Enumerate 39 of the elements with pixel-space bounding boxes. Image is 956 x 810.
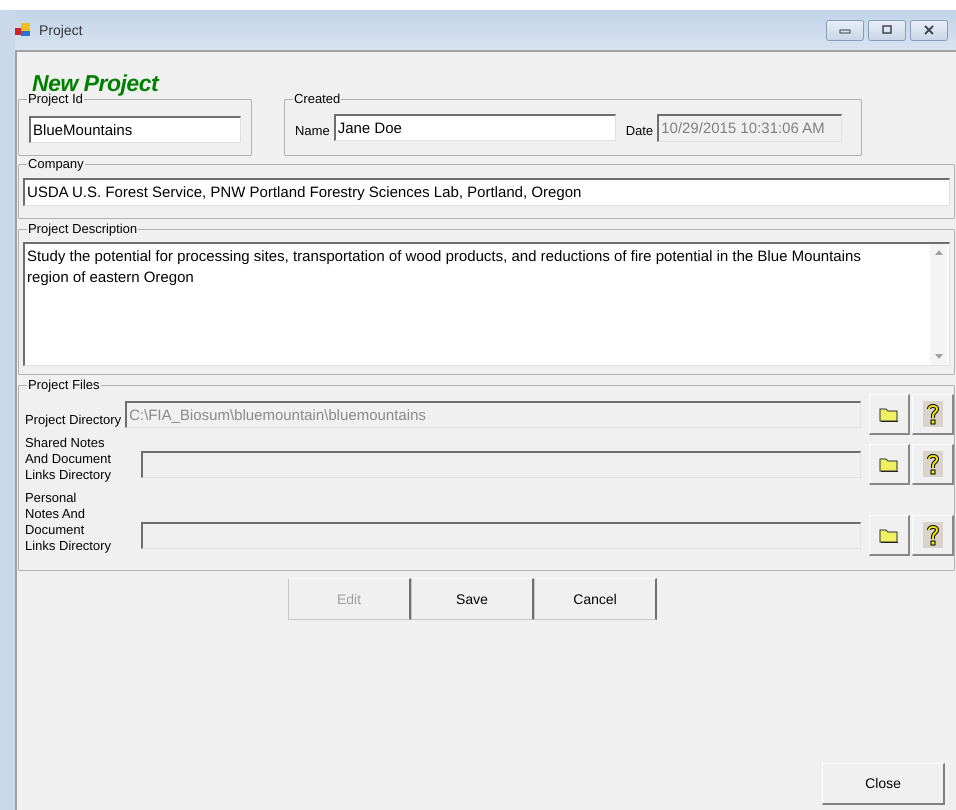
action-button[interactable]: Save [411,578,534,620]
name-label: Name [295,122,330,140]
question-mark-icon [922,401,942,427]
close-form-button[interactable]: Close [822,763,945,805]
browse-folder-button[interactable] [869,515,910,556]
browse-folder-button[interactable] [869,444,910,485]
minimize-button[interactable] [826,20,864,40]
scroll-up-icon [934,250,942,255]
project-id-field[interactable]: BlueMountains [29,116,241,143]
app-icon [15,23,31,37]
window-title: Project [39,20,83,40]
group-label: Project Id [27,91,84,107]
scroll-down-icon [934,354,942,359]
folder-icon [879,527,899,543]
description-text: Study the potential for processing sites, transportation of wood products, and reductions of fire potential in the Blue Mountains region of eastern Oregon [27,247,862,288]
directory-label: Shared Notes And Document Links Directory [25,435,112,483]
directory-label: Project Directory [25,412,122,428]
action-button[interactable]: Cancel [534,578,657,620]
company-field[interactable]: USDA U.S. Forest Service, PNW Portland Forestry Sciences Lab, Portland, Oregon [23,178,950,206]
maximize-icon [881,25,893,35]
description-field[interactable]: Study the potential for processing sites, transportation of wood products, and reductions of fire potential in the Blue Mountains region of eastern Oregon [23,242,950,366]
folder-icon [879,456,899,472]
directory-label: Personal Notes And Document Links Directory [25,490,112,554]
maximize-button[interactable] [868,20,906,40]
group-label: Company [27,156,85,172]
question-mark-icon [922,451,942,477]
group-label: Project Description [27,221,138,237]
name-field[interactable]: Jane Doe [334,114,616,141]
folder-icon [879,406,899,422]
close-icon [923,25,935,35]
help-button[interactable] [912,394,954,435]
help-button[interactable] [912,444,954,485]
help-button[interactable] [912,515,954,556]
date-label: Date [626,122,654,140]
close-button[interactable] [910,20,948,40]
group-label: Project Files [27,377,101,393]
browse-folder-button[interactable] [869,394,910,435]
question-mark-icon [922,522,942,548]
scrollbar[interactable] [930,244,947,365]
